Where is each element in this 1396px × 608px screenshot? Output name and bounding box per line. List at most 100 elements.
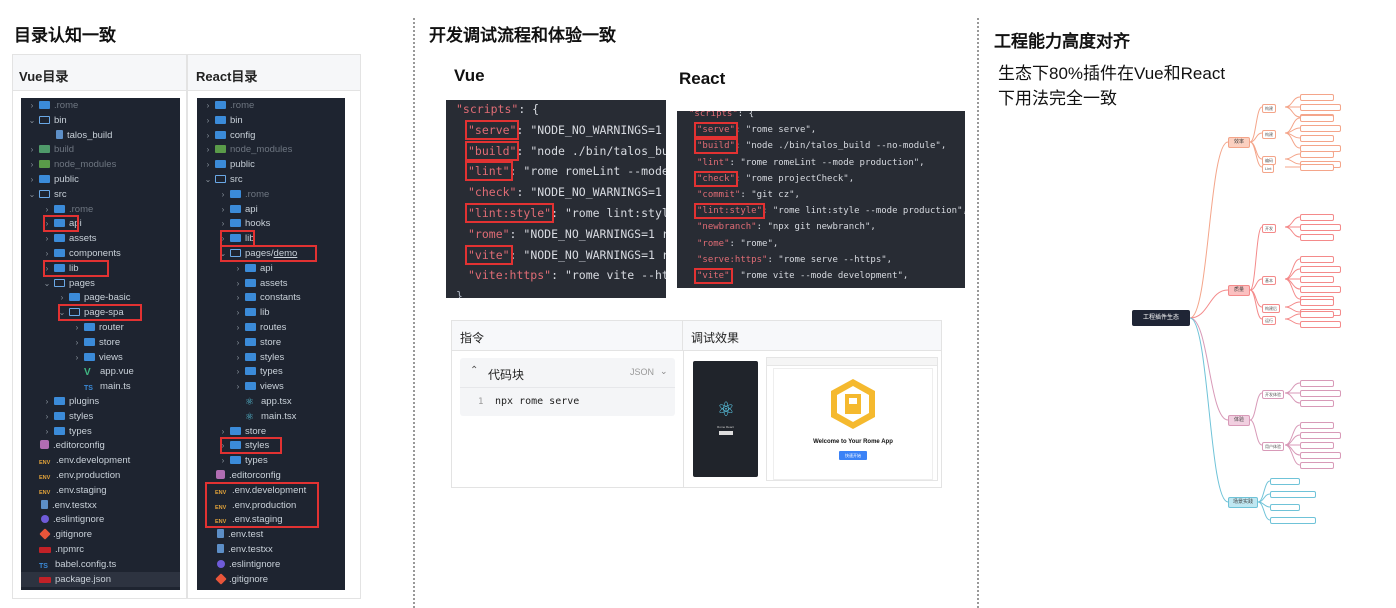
code-line: "serve": "NODE_NO_WARNINGS=1 r bbox=[464, 119, 666, 140]
tree-item[interactable]: TS main.ts bbox=[21, 379, 180, 394]
chevron-right-icon[interactable]: › bbox=[72, 335, 82, 350]
tree-item[interactable]: › plugins bbox=[21, 394, 180, 409]
chevron-right-icon[interactable]: › bbox=[42, 202, 52, 217]
tree-item[interactable]: › .rome bbox=[197, 187, 345, 202]
tree-item[interactable]: ⌄ src bbox=[21, 187, 180, 202]
chevron-down-icon[interactable]: ⌄ bbox=[203, 172, 213, 187]
chevron-right-icon[interactable]: › bbox=[42, 409, 52, 424]
tree-item[interactable]: .env.test bbox=[197, 527, 345, 542]
tree-item[interactable]: › .rome bbox=[197, 98, 345, 113]
tree-item[interactable]: .gitignore bbox=[21, 527, 180, 542]
tree-item[interactable]: › views bbox=[21, 350, 180, 365]
tree-item[interactable]: ENV .env.development bbox=[21, 453, 180, 468]
chevron-right-icon[interactable]: › bbox=[233, 261, 243, 276]
chevron-right-icon[interactable]: › bbox=[203, 157, 213, 172]
tree-item[interactable]: › router bbox=[21, 320, 180, 335]
tree-item[interactable]: ⌄ pages bbox=[21, 276, 180, 291]
tree-item[interactable]: › store bbox=[197, 424, 345, 439]
tree-item[interactable]: › store bbox=[21, 335, 180, 350]
tree-item[interactable]: .env.testxx bbox=[197, 542, 345, 557]
chevron-right-icon[interactable]: › bbox=[27, 98, 37, 113]
chevron-right-icon[interactable]: › bbox=[72, 350, 82, 365]
tree-item[interactable]: ⌄ bin bbox=[21, 113, 180, 128]
chevron-right-icon[interactable]: › bbox=[57, 290, 67, 305]
tree-item[interactable]: › public bbox=[197, 157, 345, 172]
chevron-right-icon[interactable]: › bbox=[203, 113, 213, 128]
tree-item[interactable]: .editorconfig bbox=[197, 468, 345, 483]
tree-item[interactable]: ⌄ src bbox=[197, 172, 345, 187]
tree-item[interactable]: › node_modules bbox=[21, 157, 180, 172]
code-block-header[interactable]: ⌃ 代码块 JSON ⌄ bbox=[460, 358, 675, 388]
tree-item[interactable]: › .rome bbox=[21, 202, 180, 217]
chevron-right-icon[interactable]: › bbox=[42, 231, 52, 246]
chevron-right-icon[interactable]: › bbox=[233, 350, 243, 365]
tree-item[interactable]: package.json bbox=[21, 571, 180, 587]
tree-item[interactable]: › public bbox=[21, 172, 180, 187]
chevron-right-icon[interactable]: › bbox=[42, 246, 52, 261]
tree-item[interactable]: › lib bbox=[197, 305, 345, 320]
phone-preview: ⚛ Rome React bbox=[693, 361, 758, 477]
tree-item[interactable]: › build bbox=[21, 142, 180, 157]
tree-item[interactable]: › page-basic bbox=[21, 290, 180, 305]
tree-item[interactable]: › store bbox=[197, 335, 345, 350]
tree-item[interactable]: .editorconfig bbox=[21, 438, 180, 453]
tree-item[interactable]: › assets bbox=[197, 276, 345, 291]
chevron-right-icon[interactable]: › bbox=[218, 424, 228, 439]
tree-item[interactable]: TS babel.config.ts bbox=[21, 557, 180, 572]
chevron-down-icon[interactable]: ⌄ bbox=[660, 366, 668, 377]
chevron-right-icon[interactable]: › bbox=[203, 128, 213, 143]
chevron-right-icon[interactable]: › bbox=[27, 142, 37, 157]
chevron-right-icon[interactable]: › bbox=[233, 379, 243, 394]
tree-item[interactable]: Vapp.vue bbox=[21, 364, 180, 379]
chevron-right-icon[interactable]: › bbox=[27, 157, 37, 172]
tree-item[interactable]: › config bbox=[197, 128, 345, 143]
chevron-right-icon[interactable]: › bbox=[218, 187, 228, 202]
chevron-right-icon[interactable]: › bbox=[218, 453, 228, 468]
tree-item[interactable]: › api bbox=[197, 261, 345, 276]
tree-item[interactable]: › types bbox=[197, 453, 345, 468]
tree-item-label: main.ts bbox=[100, 381, 131, 393]
chevron-right-icon[interactable]: › bbox=[233, 320, 243, 335]
chevron-right-icon[interactable]: › bbox=[218, 216, 228, 231]
chevron-right-icon[interactable]: › bbox=[233, 276, 243, 291]
tree-item[interactable]: › types bbox=[197, 364, 345, 379]
tree-item[interactable]: ⚛ app.tsx bbox=[197, 394, 345, 409]
chevron-right-icon[interactable]: › bbox=[233, 335, 243, 350]
tree-item[interactable]: › routes bbox=[197, 320, 345, 335]
tree-item[interactable]: talos_build bbox=[21, 128, 180, 143]
tree-item[interactable]: ENV .env.production bbox=[21, 468, 180, 483]
tree-item[interactable]: › types bbox=[21, 424, 180, 439]
tree-item[interactable]: .eslintignore bbox=[21, 512, 180, 527]
chevron-right-icon[interactable]: › bbox=[42, 424, 52, 439]
chevron-right-icon[interactable]: › bbox=[233, 305, 243, 320]
chevron-right-icon[interactable]: › bbox=[218, 202, 228, 217]
tree-item[interactable]: .eslintignore bbox=[197, 557, 345, 572]
quick-start-button[interactable]: 快速开始 bbox=[839, 451, 867, 460]
chevron-right-icon[interactable]: › bbox=[42, 394, 52, 409]
tree-item[interactable]: ⚛ main.tsx bbox=[197, 409, 345, 424]
chevron-down-icon[interactable]: ⌄ bbox=[27, 113, 37, 128]
chevron-right-icon[interactable]: › bbox=[233, 290, 243, 305]
tree-item[interactable]: › styles bbox=[197, 350, 345, 365]
tree-item[interactable]: › .rome bbox=[21, 98, 180, 113]
tree-item[interactable]: .gitignore bbox=[197, 572, 345, 587]
tree-item[interactable]: › bin bbox=[197, 113, 345, 128]
tree-item[interactable]: › api bbox=[197, 202, 345, 217]
tree-item[interactable]: › views bbox=[197, 379, 345, 394]
tree-item[interactable]: › components bbox=[21, 246, 180, 261]
tree-item[interactable]: .env.testxx bbox=[21, 498, 180, 513]
tree-item[interactable]: › hooks bbox=[197, 216, 345, 231]
chevron-right-icon[interactable]: › bbox=[203, 98, 213, 113]
chevron-right-icon[interactable]: › bbox=[27, 172, 37, 187]
tree-item[interactable]: › constants bbox=[197, 290, 345, 305]
chevron-right-icon[interactable]: › bbox=[233, 364, 243, 379]
chevron-right-icon[interactable]: › bbox=[203, 142, 213, 157]
chevron-right-icon[interactable]: › bbox=[72, 320, 82, 335]
tree-item[interactable]: › styles bbox=[21, 409, 180, 424]
tree-item[interactable]: › node_modules bbox=[197, 142, 345, 157]
tree-item[interactable]: › assets bbox=[21, 231, 180, 246]
chevron-down-icon[interactable]: ⌄ bbox=[27, 187, 37, 202]
tree-item[interactable]: .npmrc bbox=[21, 542, 180, 557]
tree-item[interactable]: ENV .env.staging bbox=[21, 483, 180, 498]
chevron-down-icon[interactable]: ⌄ bbox=[42, 276, 52, 291]
